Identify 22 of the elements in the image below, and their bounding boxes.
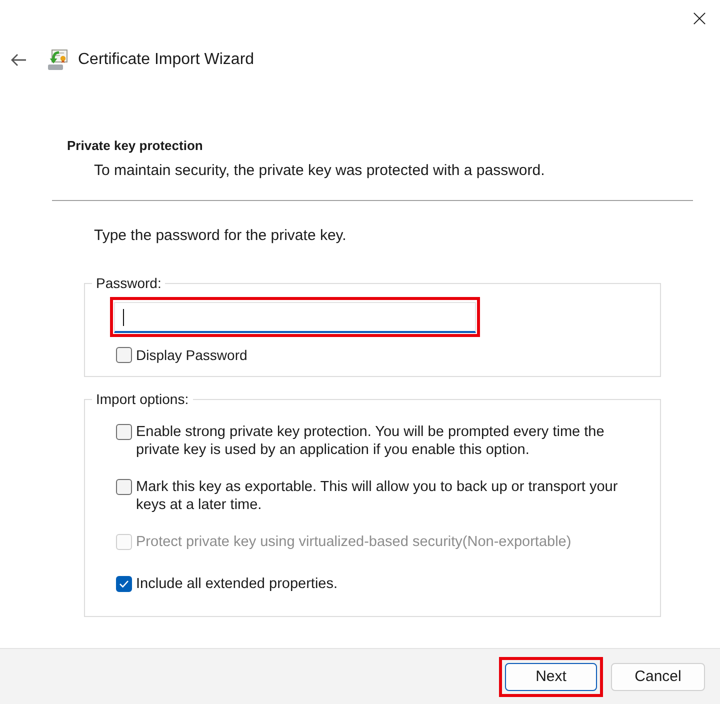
instruction-text: Type the password for the private key. <box>93 227 348 245</box>
next-button[interactable]: Next <box>505 662 597 690</box>
checkbox-label[interactable]: Include all extended properties. <box>136 575 636 593</box>
checkbox[interactable] <box>116 347 132 363</box>
cancel-button[interactable]: Cancel <box>611 662 705 690</box>
checkbox[interactable] <box>116 576 132 592</box>
checkmark-icon <box>119 580 129 588</box>
section-description: To maintain security, the private key was protected with a password. <box>93 162 546 180</box>
checkbox[interactable] <box>116 424 132 440</box>
group-legend: Password: <box>92 274 166 292</box>
back-arrow-icon[interactable] <box>10 53 27 67</box>
checkbox[interactable] <box>116 479 132 495</box>
close-icon[interactable] <box>693 12 706 24</box>
checkbox-label[interactable]: Display Password <box>136 346 248 364</box>
certificate-icon <box>47 49 69 71</box>
text-cursor-icon <box>123 308 124 326</box>
checkbox-label: Protect private key using virtualized-based security(Non-exportable) <box>136 533 572 551</box>
checkbox-label[interactable]: Mark this key as exportable. This will allow you to back up or transport your keys at a later time. <box>136 478 636 514</box>
checkbox-label[interactable]: Enable strong private key protection. You will be prompted every time the private key is used by an application if you enable this option. <box>136 423 636 459</box>
group-legend: Import options: <box>92 390 193 408</box>
window-title: Certificate Import Wizard <box>78 50 254 70</box>
section-heading: Private key protection <box>66 138 204 154</box>
